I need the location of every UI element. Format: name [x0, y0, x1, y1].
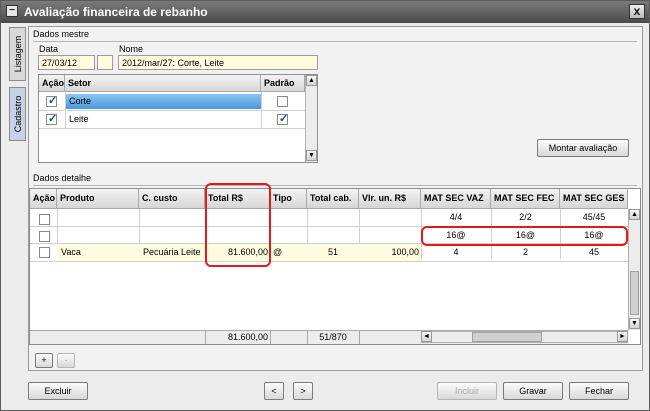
- scroll-up-icon[interactable]: ▲: [629, 209, 640, 220]
- col-divider: [270, 330, 271, 344]
- montar-avaliacao-button[interactable]: Montar avaliação: [537, 139, 629, 157]
- detalhe-row-1-mat-sec-fec: 2/2: [519, 212, 532, 222]
- mestre-separator: [33, 41, 637, 42]
- detalhe-header-total-cab[interactable]: Total cab.: [307, 189, 359, 209]
- main-window: − Avaliação financeira de rebanho x List…: [0, 0, 650, 411]
- highlight-total-rs: [205, 183, 271, 267]
- nome-field[interactable]: 2012/mar/27: Corte, Leite: [118, 55, 318, 70]
- detalhe-row-1-checkbox[interactable]: [39, 214, 50, 225]
- gravar-button[interactable]: Gravar: [503, 382, 563, 400]
- excluir-button[interactable]: Excluir: [28, 382, 88, 400]
- detalhe-row-3-produto: Vaca: [61, 247, 81, 257]
- detalhe-group-label: Dados detalhe: [33, 173, 92, 183]
- detalhe-row-3-vlr-un: 100,00: [391, 247, 419, 257]
- detalhe-header-produto[interactable]: Produto: [57, 189, 139, 209]
- tab-cadastro-label: Cadastro: [12, 95, 23, 133]
- total-rs-sum: 81.600,00: [227, 332, 268, 342]
- detalhe-header-acao[interactable]: Ação: [30, 189, 57, 209]
- setor-header-padrao[interactable]: Padrão: [261, 75, 305, 92]
- setor-row-1-label: Corte: [69, 96, 92, 106]
- remove-row-button[interactable]: -: [57, 353, 75, 368]
- scroll-left-icon[interactable]: ◄: [421, 331, 432, 342]
- data-label: Data: [39, 44, 59, 54]
- detalhe-header-mat-sec-vaz[interactable]: MAT SEC VAZ: [421, 189, 491, 209]
- scroll-down-icon[interactable]: ▼: [306, 150, 317, 161]
- detalhe-row-3-ccusto: Pecuária Leite: [143, 247, 201, 257]
- setor-row-2-label: Leite: [69, 114, 89, 124]
- tab-listagem-label: Listagem: [12, 35, 23, 73]
- detalhe-row-3-checkbox[interactable]: [39, 247, 50, 258]
- incluir-button[interactable]: Incluir: [437, 382, 497, 400]
- title-bar: − Avaliação financeira de rebanho x: [1, 1, 649, 23]
- setor-row[interactable]: [65, 94, 261, 109]
- detalhe-scrollbar[interactable]: ▲ ▼: [628, 209, 640, 330]
- fechar-button[interactable]: Fechar: [569, 382, 629, 400]
- detalhe-row-2-checkbox[interactable]: [39, 231, 50, 242]
- previous-button[interactable]: <: [264, 382, 284, 400]
- mestre-group-label: Dados mestre: [33, 29, 90, 39]
- total-cab-sum: 51/870: [319, 332, 347, 342]
- scroll-up-icon[interactable]: ▲: [306, 75, 317, 86]
- detalhe-row-3-tipo: @: [273, 247, 283, 257]
- data-field[interactable]: 27/03/12: [38, 55, 95, 70]
- highlight-mat-sec-row: [421, 226, 628, 246]
- setor-row-2-acao-checkbox[interactable]: [46, 112, 57, 125]
- scroll-right-icon[interactable]: ►: [617, 331, 628, 342]
- detalhe-header-mat-sec-fec[interactable]: MAT SEC FEC: [491, 189, 560, 209]
- detalhe-separator: [33, 185, 637, 186]
- detalhe-row-3-total-cab: 51: [327, 247, 338, 257]
- hscroll-thumb[interactable]: [472, 332, 542, 342]
- window-title: Avaliação financeira de rebanho: [24, 5, 208, 19]
- close-button[interactable]: x: [629, 4, 645, 19]
- row-divider: [39, 128, 305, 129]
- next-button[interactable]: >: [293, 382, 313, 400]
- setor-header-acao[interactable]: Ação: [39, 75, 65, 92]
- col-divider: [65, 92, 66, 128]
- detalhe-grid: Ação Produto C. custo Total R$ Tipo Tota…: [29, 183, 641, 345]
- scroll-thumb[interactable]: [630, 271, 639, 315]
- col-divider: [359, 330, 360, 344]
- detalhe-header-ccusto[interactable]: C. custo: [139, 189, 205, 209]
- setor-row-1-padrao-checkbox[interactable]: [277, 96, 288, 107]
- detalhe-header-tipo[interactable]: Tipo: [270, 189, 307, 209]
- detalhe-row-1-mat-sec-ges: 45/45: [582, 212, 606, 222]
- detalhe-hscrollbar[interactable]: ◄ ►: [421, 331, 628, 343]
- detalhe-row-1-mat-sec-vaz: 4/4: [449, 212, 463, 222]
- col-divider: [261, 92, 262, 128]
- setor-row-1-acao-checkbox[interactable]: [46, 94, 57, 107]
- nome-label: Nome: [119, 44, 144, 54]
- tab-cadastro[interactable]: Cadastro: [9, 87, 26, 141]
- data-picker-button[interactable]: [97, 55, 113, 70]
- setor-grid: Ação Setor Padrão Corte Leite ▲ ▼: [38, 74, 318, 163]
- scroll-down-icon[interactable]: ▼: [629, 318, 640, 329]
- content-panel: Dados mestre Data 27/03/12 Nome 2012/mar…: [28, 26, 643, 371]
- setor-row-2-padrao-checkbox[interactable]: [277, 112, 288, 125]
- setor-scrollbar[interactable]: ▲ ▼: [305, 75, 317, 162]
- detalhe-header-vlr-un[interactable]: Vlr. un. R$: [359, 189, 421, 209]
- setor-header-setor[interactable]: Setor: [65, 75, 261, 92]
- window-menu-icon[interactable]: −: [6, 5, 18, 17]
- add-row-button[interactable]: +: [35, 353, 53, 368]
- tab-listagem[interactable]: Listagem: [9, 27, 26, 81]
- detalhe-header-mat-sec-ges[interactable]: MAT SEC GES: [560, 189, 628, 209]
- row-divider: [30, 261, 628, 262]
